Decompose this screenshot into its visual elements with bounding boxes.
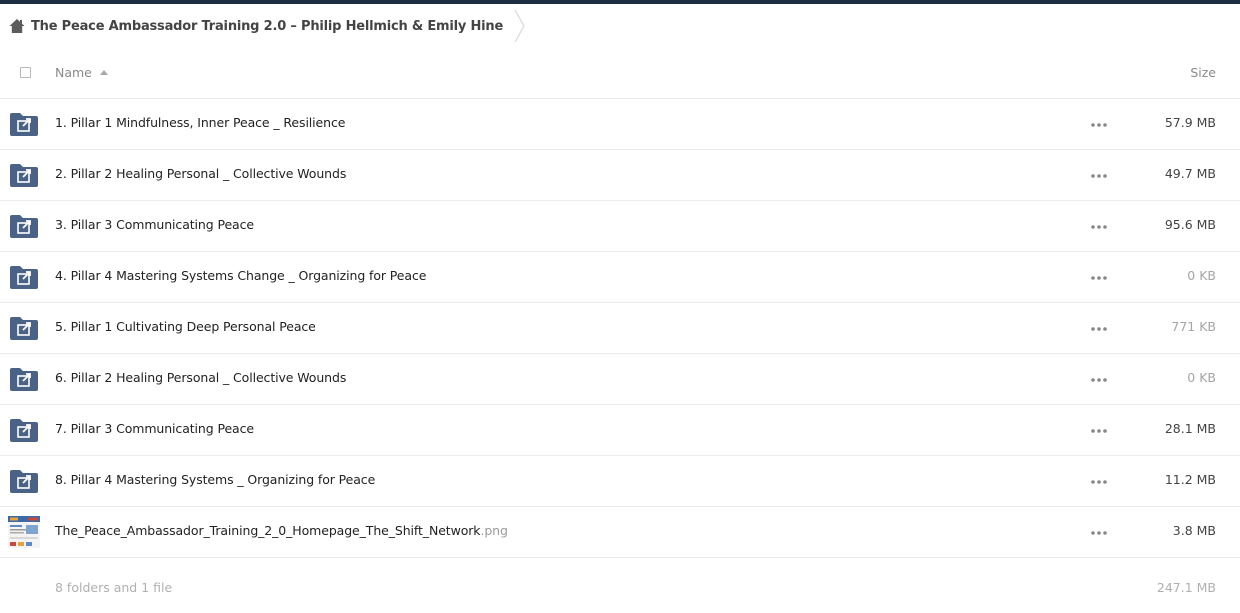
file-name-base: 1. Pillar 1 Mindfulness, Inner Peace _ R…: [55, 115, 346, 130]
file-name-base: 4. Pillar 4 Mastering Systems Change _ O…: [55, 268, 427, 283]
file-name[interactable]: 8. Pillar 4 Mastering Systems _ Organizi…: [55, 472, 375, 487]
file-name-base: 3. Pillar 3 Communicating Peace: [55, 217, 254, 232]
file-name[interactable]: The_Peace_Ambassador_Training_2_0_Homepa…: [55, 523, 508, 538]
sort-by-name[interactable]: Name: [55, 65, 108, 80]
file-name-base: The_Peace_Ambassador_Training_2_0_Homepa…: [55, 523, 481, 538]
file-size: 49.7 MB: [1164, 166, 1216, 181]
image-thumbnail: [8, 516, 40, 548]
sort-ascending-icon: [99, 70, 108, 75]
more-actions-icon[interactable]: [1089, 369, 1109, 389]
breadcrumb-current-folder[interactable]: The Peace Ambassador Training 2.0 – Phil…: [0, 4, 503, 48]
sort-by-size[interactable]: Size: [1190, 65, 1216, 80]
file-row[interactable]: 7. Pillar 3 Communicating Peace 28.1 MB: [0, 405, 1240, 456]
file-size: 0 KB: [1187, 370, 1216, 385]
file-name[interactable]: 1. Pillar 1 Mindfulness, Inner Peace _ R…: [55, 115, 345, 130]
file-name-base: 7. Pillar 3 Communicating Peace: [55, 421, 254, 436]
file-name[interactable]: 3. Pillar 3 Communicating Peace: [55, 217, 254, 232]
file-size: 57.9 MB: [1164, 115, 1216, 130]
total-size: 247.1 MB: [1156, 580, 1216, 595]
more-actions-icon[interactable]: [1089, 216, 1109, 236]
more-actions-icon[interactable]: [1089, 114, 1109, 134]
file-name-base: 6. Pillar 2 Healing Personal _ Collectiv…: [55, 370, 347, 385]
file-row[interactable]: 1. Pillar 1 Mindfulness, Inner Peace _ R…: [0, 99, 1240, 150]
shared-folder-icon: [9, 213, 39, 239]
file-row[interactable]: 6. Pillar 2 Healing Personal _ Collectiv…: [0, 354, 1240, 405]
shared-folder-icon: [9, 162, 39, 188]
shared-folder-icon: [9, 417, 39, 443]
shared-folder-icon: [9, 111, 39, 137]
file-row[interactable]: 3. Pillar 3 Communicating Peace 95.6 MB: [0, 201, 1240, 252]
file-size: 95.6 MB: [1164, 217, 1216, 232]
home-icon: [9, 19, 25, 33]
name-column-label: Name: [55, 65, 92, 80]
file-name[interactable]: 2. Pillar 2 Healing Personal _ Collectiv…: [55, 166, 346, 181]
file-row[interactable]: The_Peace_Ambassador_Training_2_0_Homepa…: [0, 507, 1240, 558]
file-name[interactable]: 5. Pillar 1 Cultivating Deep Personal Pe…: [55, 319, 316, 334]
file-row[interactable]: 8. Pillar 4 Mastering Systems _ Organizi…: [0, 456, 1240, 507]
file-row[interactable]: 2. Pillar 2 Healing Personal _ Collectiv…: [0, 150, 1240, 201]
file-name[interactable]: 4. Pillar 4 Mastering Systems Change _ O…: [55, 268, 426, 283]
file-name[interactable]: 6. Pillar 2 Healing Personal _ Collectiv…: [55, 370, 346, 385]
file-size: 11.2 MB: [1164, 472, 1216, 487]
shared-folder-icon: [9, 264, 39, 290]
breadcrumb-label: The Peace Ambassador Training 2.0 – Phil…: [31, 18, 504, 34]
select-all-checkbox[interactable]: [20, 67, 31, 78]
shared-folder-icon: [9, 468, 39, 494]
file-count-summary: 8 folders and 1 file: [55, 580, 173, 595]
breadcrumb-separator: [514, 9, 525, 43]
more-actions-icon[interactable]: [1089, 165, 1109, 185]
file-size: 3.8 MB: [1172, 523, 1216, 538]
file-name-base: 8. Pillar 4 Mastering Systems _ Organizi…: [55, 472, 376, 487]
breadcrumb: The Peace Ambassador Training 2.0 – Phil…: [0, 4, 1240, 48]
file-list: 1. Pillar 1 Mindfulness, Inner Peace _ R…: [0, 99, 1240, 558]
file-row[interactable]: 4. Pillar 4 Mastering Systems Change _ O…: [0, 252, 1240, 303]
more-actions-icon[interactable]: [1089, 522, 1109, 542]
more-actions-icon[interactable]: [1089, 267, 1109, 287]
file-name-base: 5. Pillar 1 Cultivating Deep Personal Pe…: [55, 319, 316, 334]
file-row[interactable]: 5. Pillar 1 Cultivating Deep Personal Pe…: [0, 303, 1240, 354]
file-name[interactable]: 7. Pillar 3 Communicating Peace: [55, 421, 254, 436]
file-size: 28.1 MB: [1164, 421, 1216, 436]
shared-folder-icon: [9, 366, 39, 392]
file-extension: .png: [480, 523, 508, 538]
file-name-base: 2. Pillar 2 Healing Personal _ Collectiv…: [55, 166, 347, 181]
more-actions-icon[interactable]: [1089, 471, 1109, 491]
file-size: 0 KB: [1187, 268, 1216, 283]
shared-folder-icon: [9, 315, 39, 341]
file-list-header: Name Size: [0, 48, 1240, 99]
more-actions-icon[interactable]: [1089, 318, 1109, 338]
more-actions-icon[interactable]: [1089, 420, 1109, 440]
file-size: 771 KB: [1171, 319, 1216, 334]
